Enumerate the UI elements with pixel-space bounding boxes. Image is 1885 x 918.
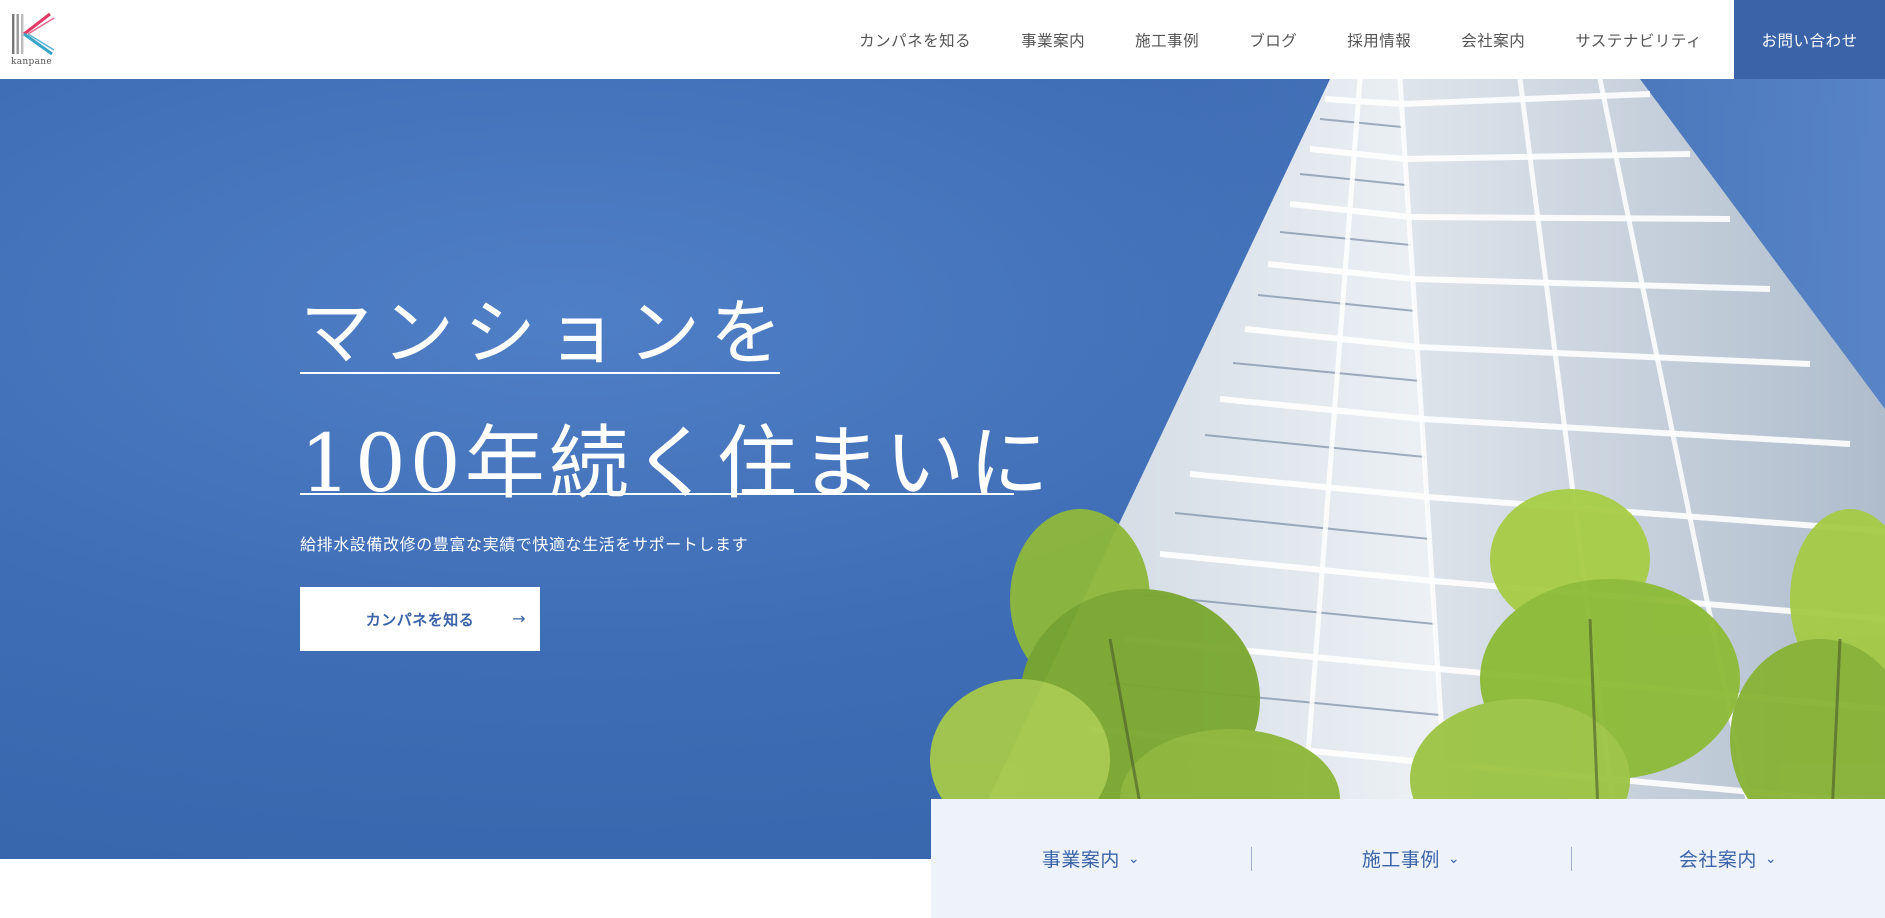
site-header: kanpane カンパネを知る 事業案内 施工事例 ブログ 採用情報 会社案内 …: [0, 0, 1885, 79]
headline-underline-2: [300, 493, 1014, 495]
nav-item-business[interactable]: 事業案内: [1021, 29, 1085, 51]
subnav-label-company: 会社案内: [1678, 849, 1757, 871]
hero-headline-line1: マンションを: [300, 291, 793, 375]
logo-wordmark: kanpane: [11, 57, 52, 67]
subnav-item-company[interactable]: 会社案内 ⌄: [1571, 799, 1885, 918]
nav-item-company[interactable]: 会社案内: [1461, 29, 1525, 51]
main-nav: カンパネを知る 事業案内 施工事例 ブログ 採用情報 会社案内 サステナビリティ: [809, 0, 1702, 79]
nav-item-sustainability[interactable]: サステナビリティ: [1575, 29, 1702, 51]
about-kanpane-button[interactable]: カンパネを知る →: [300, 587, 540, 651]
logo-mark-icon: [12, 12, 55, 56]
nav-item-cases[interactable]: 施工事例: [1135, 29, 1199, 51]
subnav-item-cases[interactable]: 施工事例 ⌄: [1251, 799, 1571, 918]
headline-underline-1: [300, 372, 780, 374]
nav-item-about[interactable]: カンパネを知る: [859, 29, 971, 51]
section-subnav: 事業案内 ⌄ 施工事例 ⌄ 会社案内 ⌄: [931, 799, 1885, 918]
contact-button[interactable]: お問い合わせ: [1734, 0, 1885, 79]
about-button-label: カンパネを知る: [365, 610, 475, 629]
hero-section: マンションを 100年続く住まいに 給排水設備改修の豊富な実績で快適な生活をサポ…: [0, 79, 1885, 859]
nav-item-recruit[interactable]: 採用情報: [1347, 29, 1411, 51]
chevron-down-icon: ⌄: [1127, 850, 1141, 867]
arrow-right-icon: →: [512, 609, 526, 628]
hero-subtitle: 給排水設備改修の豊富な実績で快適な生活をサポートします: [300, 535, 749, 554]
subnav-item-business[interactable]: 事業案内 ⌄: [931, 799, 1251, 918]
subnav-label-business: 事業案内: [1041, 849, 1120, 871]
subnav-label-cases: 施工事例: [1361, 849, 1440, 871]
chevron-down-icon: ⌄: [1764, 850, 1778, 867]
hero-headline-line2: 100年続く住まいに: [300, 417, 1053, 510]
nav-item-blog[interactable]: ブログ: [1249, 29, 1297, 51]
chevron-down-icon: ⌄: [1447, 850, 1461, 867]
